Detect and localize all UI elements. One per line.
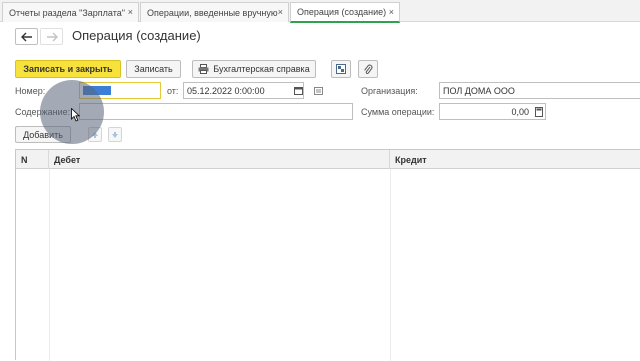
column-divider [390,169,391,361]
column-header-debit[interactable]: Дебет [49,150,390,169]
tab-label: Отчеты раздела "Зарплата" [9,7,125,18]
calendar-button[interactable] [293,84,304,97]
close-icon[interactable]: × [389,7,394,17]
organization-value: ПОЛ ДОМА ООО [443,85,515,96]
history-button[interactable] [313,85,324,96]
arrow-right-icon [46,32,58,41]
forward-button[interactable] [40,28,63,45]
arrow-left-icon [20,32,32,41]
sum-value: 0,00 [511,106,529,117]
save-and-close-button[interactable]: Записать и закрыть [15,60,121,78]
tab-salary-reports[interactable]: Отчеты раздела "Зарплата" × [2,2,139,22]
table-header: N Дебет Кредит [16,150,640,169]
history-icon [314,86,323,95]
save-button[interactable]: Записать [126,60,181,78]
attachments-button[interactable] [358,60,378,78]
accounting-report-label: Бухгалтерская справка [213,64,310,74]
date-value: 05.12.2022 0:00:00 [187,85,265,96]
calendar-icon [294,87,303,95]
mouse-pointer-icon [71,108,80,122]
close-icon[interactable]: × [278,7,283,17]
structure-icon [336,64,346,74]
move-down-button[interactable] [108,127,122,142]
date-field[interactable]: 05.12.2022 0:00:00 [183,82,304,99]
organization-label: Организация: [361,86,418,96]
tab-label: Операция (создание) [297,7,387,17]
page-title: Операция (создание) [72,28,201,43]
number-label: Номер: [15,86,46,96]
organization-field[interactable]: ПОЛ ДОМА ООО [439,82,640,99]
tab-bar: Отчеты раздела "Зарплата" × Операции, вв… [0,0,640,23]
column-divider [49,169,50,361]
structure-button[interactable] [331,60,351,78]
back-button[interactable] [15,28,38,45]
printer-icon [198,64,209,74]
calculator-icon [535,106,543,117]
date-from-label: от: [167,86,179,96]
paperclip-icon [364,64,373,74]
sum-field[interactable]: 0,00 [439,103,546,120]
content-field[interactable] [79,103,353,120]
tab-label: Операции, введенные вручную [147,7,278,18]
column-header-credit[interactable]: Кредит [390,150,640,169]
column-header-n[interactable]: N [16,150,49,169]
sum-label: Сумма операции: [361,107,435,117]
arrow-down-icon [112,131,118,138]
entries-table[interactable]: N Дебет Кредит [15,149,640,361]
tab-operation-create[interactable]: Операция (создание) × [290,2,400,23]
tab-manual-operations[interactable]: Операции, введенные вручную × [140,2,289,22]
close-icon[interactable]: × [128,7,133,17]
calculator-button[interactable] [533,105,545,118]
accounting-report-button[interactable]: Бухгалтерская справка [192,60,316,78]
